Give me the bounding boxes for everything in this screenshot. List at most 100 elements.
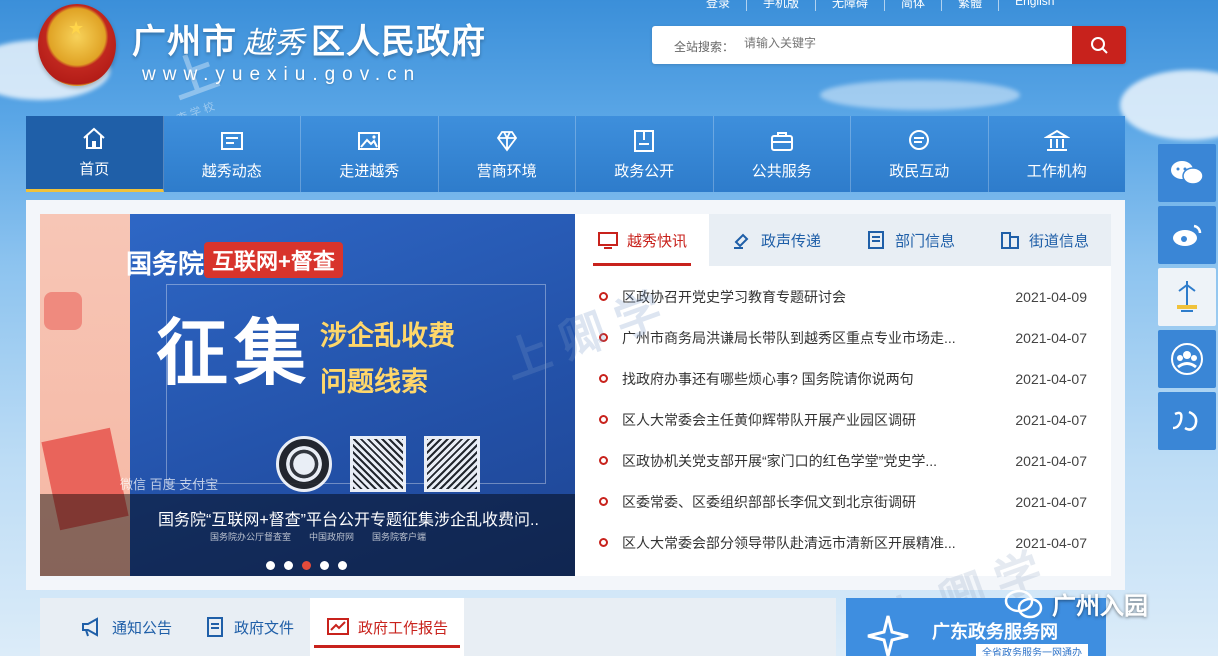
logo-text: 国务院办公厅督查室 [210, 532, 292, 542]
news-title[interactable]: 找政府办事还有哪些烦心事? 国务院请你说两句 [622, 369, 1015, 389]
list-item[interactable]: 区政协机关党支部开展“家门口的红色学堂”党史学... 2021-04-07 [599, 440, 1087, 481]
nav-label: 公共服务 [751, 162, 812, 180]
carousel-dot[interactable] [338, 561, 347, 570]
news-title[interactable]: 区委常委、区委组织部部长李侃文到北京街调研 [622, 492, 1015, 512]
tab-street-info[interactable]: 街道信息 [977, 214, 1111, 266]
list-item[interactable]: 区委常委、区委组织部部长李侃文到北京街调研 2021-04-07 [599, 481, 1087, 522]
tab-department-info[interactable]: 部门信息 [843, 214, 977, 266]
carousel-dot[interactable] [266, 561, 275, 570]
nav-item-service[interactable]: 公共服务 [714, 116, 851, 192]
news-date: 2021-04-07 [1015, 370, 1087, 387]
national-emblem-icon: ★ [38, 4, 116, 86]
tab-yuexiu-news[interactable]: 越秀快讯 [575, 214, 709, 266]
news-title[interactable]: 区人大常委会部分领导带队赴清远市清新区开展精准... [622, 533, 1015, 553]
yuexiu-mini-app-icon [1177, 281, 1197, 312]
top-link-login[interactable]: 登录 [690, 0, 746, 11]
carousel-dot[interactable] [320, 561, 329, 570]
search-label: 全站搜索： [674, 40, 735, 54]
search-button[interactable] [1072, 26, 1126, 64]
news-panel: 越秀快讯 政声传递 部门信息 街道信息 区政协召开党史学习教育专题研讨会 2021… [575, 214, 1111, 576]
nav-label: 越秀动态 [201, 162, 262, 180]
news-title[interactable]: 区政协召开党史学习教育专题研讨会 [622, 287, 1015, 307]
news-date: 2021-04-09 [1015, 288, 1087, 305]
nav-label: 政民互动 [889, 162, 950, 180]
carousel-dots [266, 561, 347, 570]
bullet-icon [599, 497, 608, 506]
monitor-icon [597, 232, 618, 249]
wechat-icon [1171, 161, 1204, 185]
tab-notices[interactable]: 通知公告 [64, 598, 188, 656]
banner-caption-bar: 国务院“互联网+督查”平台公开专题征集涉企乱收费问.. 国务院办公厅督查室 中国… [40, 494, 575, 576]
news-date: 2021-04-07 [1015, 493, 1087, 510]
search-icon [1091, 37, 1108, 54]
list-item[interactable]: 区人大常委会部分领导带队赴清远市清新区开展精准... 2021-04-07 [599, 522, 1087, 563]
banner-caption[interactable]: 国务院“互联网+督查”平台公开专题征集涉企乱收费问.. [158, 506, 575, 530]
tab-gov-work-report[interactable]: 政府工作报告 [310, 598, 465, 656]
qr-code [276, 436, 332, 492]
nav-item-news[interactable]: 越秀动态 [164, 116, 301, 192]
nav-item-home[interactable]: 首页 [26, 116, 164, 192]
banner-carousel[interactable]: 国务院 互联网+督查 征集 涉企乱收费 问题线索 微信 百度 支付宝 国务院“互… [40, 214, 575, 576]
list-item[interactable]: 广州市商务局洪谦局长带队到越秀区重点专业市场走... 2021-04-07 [599, 317, 1087, 358]
nav-item-about[interactable]: 走进越秀 [301, 116, 439, 192]
nav-label: 首页 [79, 161, 110, 178]
bullet-icon [599, 292, 608, 301]
news-tabs: 越秀快讯 政声传递 部门信息 街道信息 [575, 214, 1111, 266]
people-group-icon [1171, 343, 1203, 375]
qr-code [424, 436, 480, 492]
briefcase-icon [770, 131, 793, 151]
bullet-icon [599, 538, 608, 547]
weibo-button[interactable] [1158, 206, 1216, 264]
search-input[interactable] [744, 36, 1124, 50]
tab-government-voice[interactable]: 政声传递 [709, 214, 843, 266]
logo-text: 国务院客户端 [372, 532, 427, 542]
news-title[interactable]: 广州市商务局洪谦局长带队到越秀区重点专业市场走... [622, 328, 1015, 348]
news-list: 区政协召开党史学习教育专题研讨会 2021-04-09 广州市商务局洪谦局长带队到… [575, 266, 1111, 563]
carousel-dot-active[interactable] [302, 561, 311, 570]
yuexiu-app-button[interactable] [1158, 392, 1216, 450]
chart-icon [327, 618, 350, 635]
news-date: 2021-04-07 [1015, 329, 1087, 346]
building-icon [1043, 129, 1070, 151]
megaphone-icon [82, 617, 98, 637]
site-title[interactable]: 广州市 越秀 区人民政府 [132, 14, 486, 63]
top-link-mobile[interactable]: 手机版 [746, 0, 815, 11]
news-title[interactable]: 区政协机关党支部开展“家门口的红色学堂”党史学... [622, 451, 1015, 471]
tab-label: 越秀快讯 [626, 232, 687, 250]
site-title-left: 广州市 [132, 23, 237, 61]
banner-org: 国务院 [126, 249, 205, 279]
banner-apps: 微信 百度 支付宝 [120, 477, 219, 492]
logo-text: 中国政府网 [309, 532, 355, 542]
mini-app-button[interactable] [1158, 268, 1216, 326]
nav-label: 走进越秀 [339, 162, 400, 180]
carousel-dot[interactable] [284, 561, 293, 570]
chat-bubble-icon [44, 292, 82, 330]
banner-logos: 国务院办公厅督查室 中国政府网 国务院客户端 [210, 530, 426, 543]
wechat-button[interactable] [1158, 144, 1216, 202]
nav-label: 营商环境 [476, 162, 537, 180]
bottom-tabs: 通知公告 政府文件 政府工作报告 [40, 598, 836, 656]
nav-item-public[interactable]: 政务公开 [576, 116, 714, 192]
wechat-icon [1004, 589, 1043, 618]
social-sidebar [1158, 144, 1216, 454]
community-button[interactable] [1158, 330, 1216, 388]
nav-item-agencies[interactable]: 工作机构 [989, 116, 1126, 192]
top-link-simplified[interactable]: 简体 [884, 0, 941, 11]
nav-item-interaction[interactable]: 政民互动 [851, 116, 989, 192]
qr-code [350, 436, 406, 492]
yuexiu-logo-icon [1172, 410, 1198, 431]
top-link-traditional[interactable]: 繁體 [941, 0, 998, 11]
news-title[interactable]: 区人大常委会主任黄仰辉带队开展产业园区调研 [622, 410, 1015, 430]
news-date: 2021-04-07 [1015, 452, 1087, 469]
list-item[interactable]: 区政协召开党史学习教育专题研讨会 2021-04-09 [599, 276, 1087, 317]
list-item[interactable]: 区人大常委会主任黄仰辉带队开展产业园区调研 2021-04-07 [599, 399, 1087, 440]
top-link-accessibility[interactable]: 无障碍 [815, 0, 884, 11]
nav-item-business[interactable]: 营商环境 [439, 116, 576, 192]
banner-headline: 征集 [156, 311, 313, 395]
site-title-script: 越秀 [243, 26, 305, 61]
list-item[interactable]: 找政府办事还有哪些烦心事? 国务院请你说两句 2021-04-07 [599, 358, 1087, 399]
tab-label: 街道信息 [1028, 232, 1089, 250]
tab-gov-documents[interactable]: 政府文件 [188, 598, 310, 656]
tab-label: 通知公告 [112, 619, 173, 637]
top-link-english[interactable]: English [998, 0, 1070, 11]
